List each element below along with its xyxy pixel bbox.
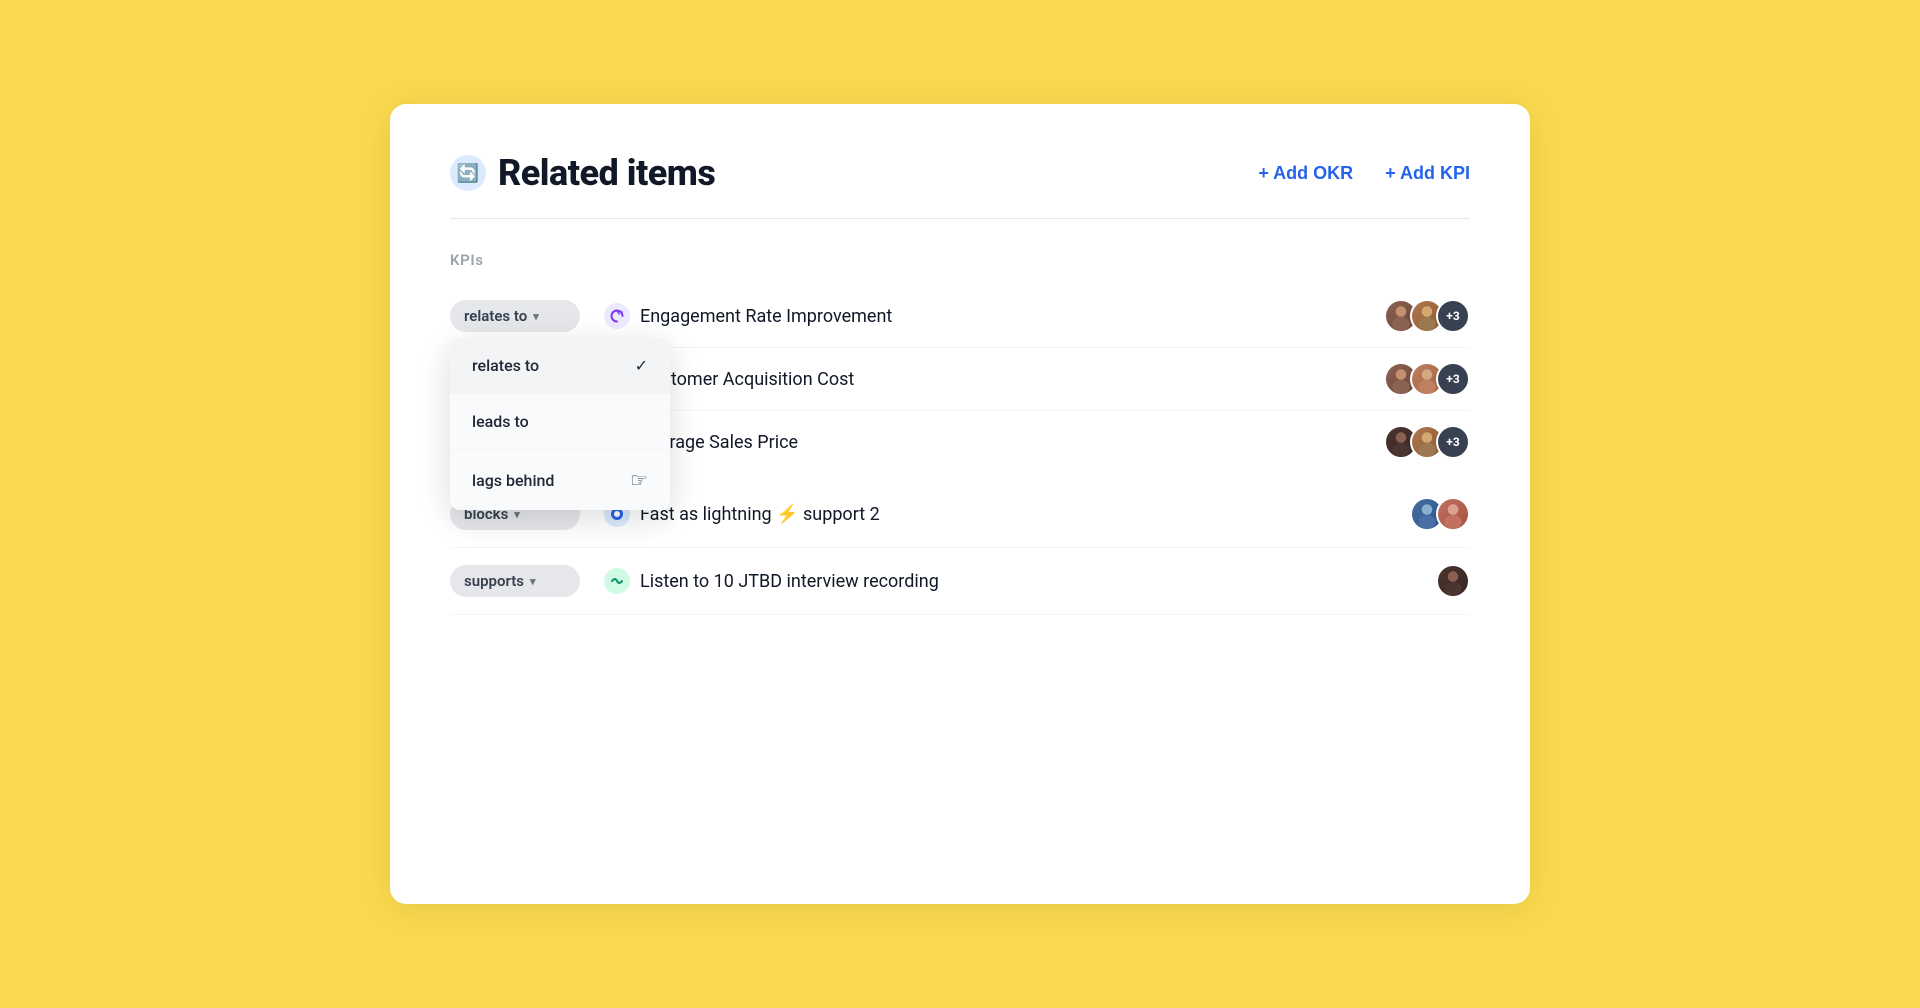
avatar-8 — [1436, 497, 1470, 531]
avatar-count-3: +3 — [1436, 425, 1470, 459]
supports-label: supports — [464, 572, 524, 590]
avatar-group-3: +3 — [1384, 425, 1470, 459]
dropdown-container: relates to ▾ relates to ✓ leads to lags … — [450, 300, 580, 332]
kpi-row-1: relates to ▾ relates to ✓ leads to lags … — [450, 285, 1470, 348]
badge-label: relates to — [464, 307, 527, 325]
add-kpi-button[interactable]: + Add KPI — [1385, 163, 1470, 184]
avatar-count-1: +3 — [1436, 299, 1470, 333]
kpi-item-2-text: Customer Acquisition Cost — [640, 369, 854, 390]
relation-dropdown: relates to ✓ leads to lags behind ☞ — [450, 338, 670, 510]
dropdown-option-leads-to[interactable]: leads to — [450, 394, 670, 450]
okr-item-1-text: Fast as lightning ⚡ support 2 — [640, 504, 880, 525]
title-group: 🔄 Related items — [450, 152, 1234, 194]
dropdown-option-lags-behind[interactable]: lags behind ☞ — [450, 450, 670, 510]
avatar-9 — [1436, 564, 1470, 598]
kpi-item-3-name: Average Sales Price — [604, 429, 1360, 455]
avatar-group-5 — [1436, 564, 1470, 598]
kpi-icon-1 — [604, 303, 630, 329]
chevron-down-icon: ▾ — [533, 310, 539, 323]
okr-item-2-name: Listen to 10 JTBD interview recording — [604, 568, 1412, 594]
okr-row-2: supports ▾ Listen to 10 JTBD interview r… — [450, 548, 1470, 615]
kpis-section-label: KPIs — [450, 251, 1470, 269]
avatar-group-1: +3 — [1384, 299, 1470, 333]
check-icon: ✓ — [635, 356, 648, 375]
kpi-item-1-name: Engagement Rate Improvement — [604, 303, 1360, 329]
option-label: relates to — [472, 356, 539, 375]
option-label: leads to — [472, 412, 529, 431]
okr-item-2-text: Listen to 10 JTBD interview recording — [640, 571, 939, 592]
related-items-icon: 🔄 — [450, 155, 486, 191]
cursor-icon: ☞ — [630, 468, 648, 492]
option-label: lags behind — [472, 471, 554, 490]
page-title: Related items — [498, 152, 715, 194]
relates-to-badge[interactable]: relates to ▾ — [450, 300, 580, 332]
kpi-item-2-name: Customer Acquisition Cost — [604, 366, 1360, 392]
section-divider — [450, 218, 1470, 219]
main-card: 🔄 Related items + Add OKR + Add KPI KPIs… — [390, 104, 1530, 904]
avatar-count-2: +3 — [1436, 362, 1470, 396]
chevron-down-icon-5: ▾ — [530, 575, 536, 588]
avatar-group-2: +3 — [1384, 362, 1470, 396]
okr-icon-2 — [604, 568, 630, 594]
kpis-section: KPIs relates to ▾ relates to ✓ leads to — [450, 251, 1470, 473]
add-okr-button[interactable]: + Add OKR — [1258, 163, 1353, 184]
header-actions: + Add OKR + Add KPI — [1258, 163, 1470, 184]
dropdown-option-relates-to[interactable]: relates to ✓ — [450, 338, 670, 394]
avatar-group-4 — [1410, 497, 1470, 531]
header: 🔄 Related items + Add OKR + Add KPI — [450, 152, 1470, 194]
okr-item-1-name: Fast as lightning ⚡ support 2 — [604, 501, 1386, 527]
supports-badge[interactable]: supports ▾ — [450, 565, 580, 597]
kpi-item-1-text: Engagement Rate Improvement — [640, 306, 892, 327]
